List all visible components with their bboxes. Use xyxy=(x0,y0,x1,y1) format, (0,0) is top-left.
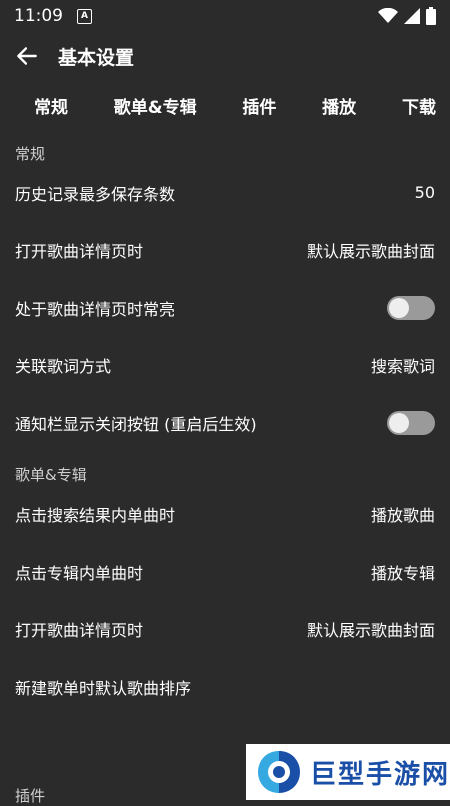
setting-label: 历史记录最多保存条数 xyxy=(15,184,176,204)
setting-notification-close-button[interactable]: 通知栏显示关闭按钮 (重启后生效) xyxy=(0,394,450,452)
status-left: 11:09 A xyxy=(14,6,92,26)
battery-icon xyxy=(426,7,436,25)
setting-open-song-detail-playlist[interactable]: 打开歌曲详情页时 默认展示歌曲封面 xyxy=(0,601,450,659)
setting-label: 打开歌曲详情页时 xyxy=(15,242,144,262)
status-bar: 11:09 A xyxy=(0,0,450,32)
keep-screen-on-toggle[interactable] xyxy=(387,295,435,320)
wifi-icon xyxy=(378,8,398,23)
status-right xyxy=(378,7,436,25)
setting-label: 新建歌单时默认歌曲排序 xyxy=(15,678,192,698)
setting-label: 点击专辑内单曲时 xyxy=(15,563,144,583)
section-header-playlist: 歌单&专辑 xyxy=(15,466,87,484)
watermark-logo-icon xyxy=(258,751,300,793)
page-title: 基本设置 xyxy=(58,46,135,69)
setting-lyrics-link[interactable]: 关联歌词方式 搜索歌词 xyxy=(0,337,450,395)
setting-new-playlist-sort[interactable]: 新建歌单时默认歌曲排序 xyxy=(0,658,450,716)
setting-click-search-song[interactable]: 点击搜索结果内单曲时 播放歌曲 xyxy=(0,486,450,544)
tab-general[interactable]: 常规 xyxy=(34,93,68,118)
setting-label: 点击搜索结果内单曲时 xyxy=(15,506,176,526)
section-header-general: 常规 xyxy=(15,144,46,163)
setting-value: 默认展示歌曲封面 xyxy=(306,242,435,262)
tab-bar: 常规 歌单&专辑 插件 播放 下载 xyxy=(0,80,450,130)
notification-a-icon: A xyxy=(77,8,92,24)
tab-download[interactable]: 下载 xyxy=(402,93,436,118)
setting-history-max[interactable]: 历史记录最多保存条数 50 xyxy=(0,164,450,222)
watermark: 巨型手游网 xyxy=(246,744,450,800)
setting-click-album-song[interactable]: 点击专辑内单曲时 播放专辑 xyxy=(0,543,450,601)
setting-value: 播放专辑 xyxy=(370,563,435,583)
setting-value: 播放歌曲 xyxy=(370,506,435,526)
back-arrow-icon[interactable] xyxy=(14,43,40,69)
setting-keep-screen-on[interactable]: 处于歌曲详情页时常亮 xyxy=(0,279,450,337)
notification-close-toggle[interactable] xyxy=(387,410,435,435)
tab-playback[interactable]: 播放 xyxy=(322,93,356,118)
signal-icon xyxy=(404,8,420,24)
setting-label: 通知栏显示关闭按钮 (重启后生效) xyxy=(15,414,257,434)
status-time: 11:09 xyxy=(14,6,63,26)
setting-value: 搜索歌词 xyxy=(370,357,435,377)
tab-plugins[interactable]: 插件 xyxy=(242,93,276,118)
setting-open-song-detail[interactable]: 打开歌曲详情页时 默认展示歌曲封面 xyxy=(0,222,450,280)
setting-label: 关联歌词方式 xyxy=(15,357,112,377)
app-bar: 基本设置 xyxy=(0,32,450,80)
setting-value: 50 xyxy=(414,183,435,203)
setting-label: 处于歌曲详情页时常亮 xyxy=(15,299,176,319)
setting-value: 默认展示歌曲封面 xyxy=(306,621,435,641)
watermark-text: 巨型手游网 xyxy=(310,759,450,790)
setting-label: 打开歌曲详情页时 xyxy=(15,621,144,641)
section-header-plugins-partial: 插件 xyxy=(15,787,46,805)
tab-playlist-album[interactable]: 歌单&专辑 xyxy=(114,93,197,118)
